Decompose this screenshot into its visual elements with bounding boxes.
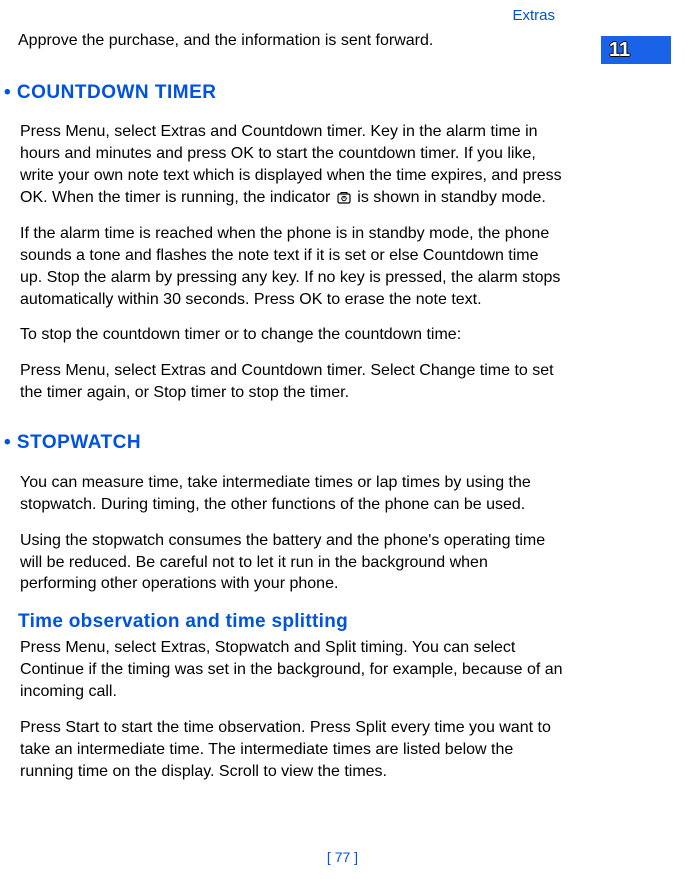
time-observation-subheading: Time observation and time splitting [18,609,565,635]
page-number: [ 77 ] [327,849,358,865]
countdown-p1-text-b: is shown in standby mode. [353,189,546,206]
intro-text: Approve the purchase, and the informatio… [18,30,565,52]
stopwatch-heading: • STOPWATCH [4,430,565,456]
countdown-p1: Press Menu, select Extras and Countdown … [20,121,565,209]
countdown-p2: If the alarm time is reached when the ph… [20,223,565,311]
stopwatch-p1: You can measure time, take intermediate … [20,472,565,516]
countdown-p4: Press Menu, select Extras and Countdown … [20,360,565,404]
stopwatch-p4: Press Start to start the time observatio… [20,717,565,783]
stopwatch-p3: Press Menu, select Extras, Stopwatch and… [20,637,565,703]
countdown-heading: • COUNTDOWN TIMER [4,80,565,106]
page-footer: [ 77 ] [0,848,685,867]
header-section-label: Extras [512,6,555,26]
stopwatch-p2: Using the stopwatch consumes the battery… [20,530,565,596]
chapter-number-badge: 11 [601,36,671,64]
page-container: Extras 11 Approve the purchase, and the … [0,0,685,879]
countdown-p3: To stop the countdown timer or to change… [20,324,565,346]
content-area: Approve the purchase, and the informatio… [0,0,685,782]
timer-indicator-icon [337,192,351,204]
chapter-number: 11 [609,37,630,64]
